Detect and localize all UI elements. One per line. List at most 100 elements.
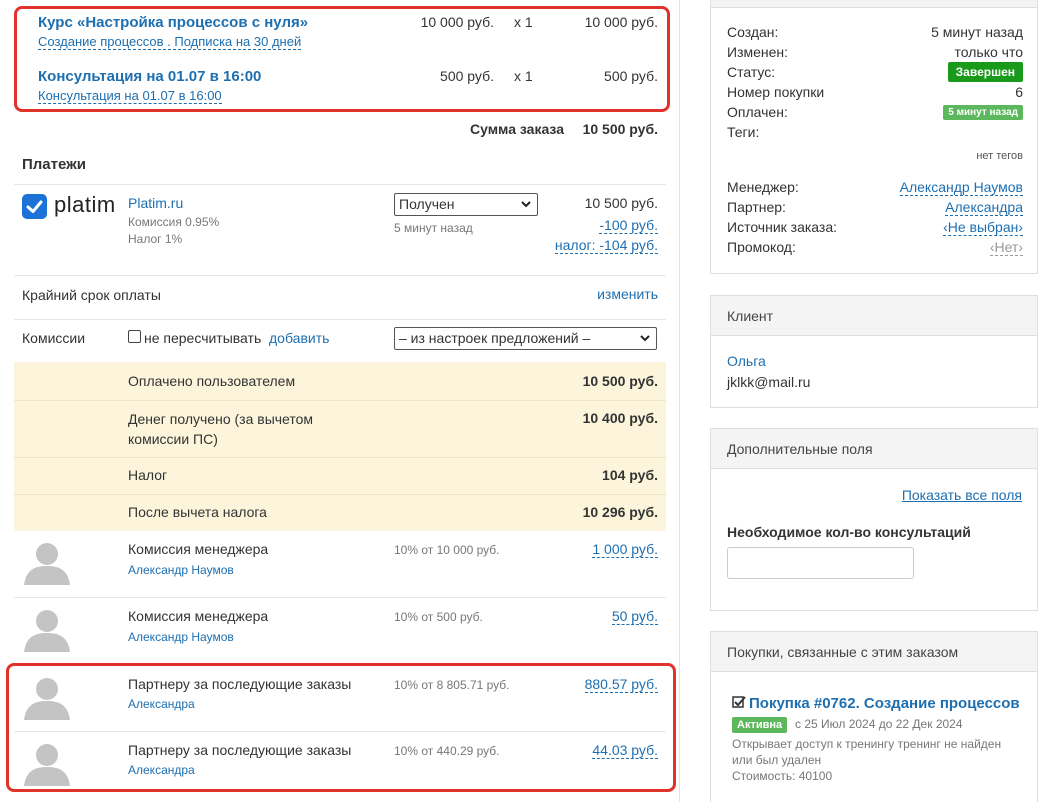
purchase-status-badge: Активна: [732, 717, 788, 733]
summary-value: 10 500 руб.: [582, 373, 658, 389]
payment-tax-amount[interactable]: налог: -104 руб.: [554, 237, 658, 254]
panel-title: Покупки, связанные с этим заказом: [711, 632, 1037, 672]
check-square-icon: [732, 696, 746, 708]
info-label: Теги:: [727, 124, 760, 140]
info-number: Номер покупки 6: [727, 84, 1023, 100]
info-value: 6: [1015, 84, 1023, 100]
summary-row: Оплачено пользователем 10 500 руб.: [14, 362, 666, 400]
info-label: Изменен:: [727, 44, 789, 60]
related-purchases-panel: Покупки, связанные с этим заказом Покупк…: [710, 631, 1038, 802]
purchase-period: с 25 Июл 2024 до 22 Дек 2024: [795, 717, 963, 731]
commission-source-value: – из настроек предложений –: [399, 330, 591, 346]
provider-logo: platim: [54, 192, 116, 217]
panel-title: Клиент: [711, 296, 1037, 336]
summary-label: Налог: [128, 467, 168, 483]
extra-fields-panel: Дополнительные поля Показать все поля Не…: [710, 428, 1038, 611]
info-label: Партнер:: [727, 199, 786, 215]
client-email: jklkk@mail.ru: [727, 374, 811, 390]
payment-fee[interactable]: -100 руб.: [599, 217, 658, 234]
info-label: Источник заказа:: [727, 219, 838, 235]
commission-calc: 10% от 10 000 руб.: [394, 543, 500, 557]
panel-title: Дополнительные поля: [711, 429, 1037, 469]
commission-row: Комиссия менеджера Александр Наумов 10% …: [14, 531, 666, 597]
summary-value: 10 400 руб.: [582, 410, 658, 426]
purchase-description: Открывает доступ к тренингу тренинг не н…: [732, 737, 1002, 767]
column-divider: [679, 0, 680, 802]
source-link[interactable]: ‹Не выбран›: [943, 219, 1023, 236]
add-commission-link[interactable]: добавить: [269, 330, 329, 346]
commission-person-link[interactable]: Александр Наумов: [128, 563, 234, 577]
info-changed: Изменен: только что: [727, 44, 1023, 60]
commission-title: Комиссия менеджера: [128, 608, 269, 624]
commission-calc: 10% от 500 руб.: [394, 610, 483, 624]
commission-row: Комиссия менеджера Александр Наумов 10% …: [14, 598, 666, 664]
info-label: Создан:: [727, 24, 779, 40]
info-tags: Теги:: [727, 124, 1023, 140]
avatar-placeholder-icon: [24, 610, 70, 652]
info-source: Источник заказа: ‹Не выбран›: [727, 219, 1023, 236]
provider-tax: Налог 1%: [128, 232, 183, 246]
purchase-cost: Стоимость: 40100: [732, 769, 833, 783]
payment-time: 5 минут назад: [394, 221, 473, 235]
payment-status-value: Получен: [399, 196, 455, 212]
commission-value-link[interactable]: 1 000 руб.: [592, 541, 658, 558]
client-panel: Клиент Ольга jklkk@mail.ru: [710, 295, 1038, 408]
provider-commission: Комиссия 0.95%: [128, 215, 220, 229]
info-label: Номер покупки: [727, 84, 825, 100]
chevron-down-icon: [521, 201, 531, 208]
info-paid: Оплачен: 5 минут назад: [727, 104, 1023, 120]
show-all-fields-link[interactable]: Показать все поля: [902, 487, 1022, 503]
deadline-label: Крайний срок оплаты: [22, 287, 161, 303]
summary-label: После вычета налога: [128, 504, 267, 520]
order-sum-value: 10 500 руб.: [582, 121, 658, 137]
manager-link[interactable]: Александр Наумов: [899, 179, 1023, 196]
info-label: Промокод:: [727, 239, 796, 255]
summary-row: Налог 104 руб.: [14, 458, 666, 494]
commission-person-link[interactable]: Александр Наумов: [128, 630, 234, 644]
commission-value-link[interactable]: 50 руб.: [611, 608, 658, 625]
status-badge: Завершен: [947, 62, 1023, 82]
payment-row: platim Platim.ru Комиссия 0.95% Налог 1%…: [14, 185, 666, 275]
info-value: только что: [954, 44, 1024, 60]
summary-row: После вычета налога 10 296 руб.: [14, 495, 666, 531]
panel-header-strip: [711, 0, 1037, 8]
provider-link[interactable]: Platim.ru: [128, 195, 183, 211]
client-name-link[interactable]: Ольга: [727, 353, 766, 369]
tags-value: нет тегов: [976, 150, 1023, 162]
avatar-placeholder-icon: [24, 543, 70, 585]
commission-title: Комиссия менеджера: [128, 541, 269, 557]
consultations-count-input[interactable]: [727, 547, 914, 579]
summary-label: Оплачено пользователем: [128, 373, 296, 389]
no-recalc-checkbox[interactable]: [128, 330, 141, 343]
info-label: Менеджер:: [727, 179, 799, 195]
deadline-change-link[interactable]: изменить: [597, 286, 658, 302]
partner-link[interactable]: Александра: [945, 199, 1023, 216]
chevron-down-icon: [640, 335, 650, 342]
order-sum: Сумма заказа 10 500 руб.: [14, 120, 666, 140]
info-promo: Промокод: ‹Нет›: [727, 239, 1023, 256]
purchase-link[interactable]: Покупка #0762. Создание процессов: [749, 695, 1020, 712]
info-value: 5 минут назад: [931, 24, 1023, 40]
order-info-panel: Создан: 5 минут назад Изменен: только чт…: [710, 0, 1038, 274]
field-label: Необходимое кол-во консультаций: [727, 524, 971, 540]
highlight-frame: [6, 663, 676, 792]
summary-value: 104 руб.: [602, 467, 658, 483]
deadline-row: Крайний срок оплаты изменить: [14, 276, 666, 319]
info-created: Создан: 5 минут назад: [727, 24, 1023, 40]
info-status: Статус: Завершен: [727, 62, 1023, 82]
payment-amount: 10 500 руб.: [584, 195, 658, 211]
commissions-label: Комиссии: [22, 330, 86, 346]
check-icon: [22, 194, 47, 219]
commission-source-select[interactable]: – из настроек предложений –: [394, 327, 657, 350]
info-label: Оплачен:: [727, 104, 788, 120]
info-partner: Партнер: Александра: [727, 199, 1023, 216]
summary-row: Денег получено (за вычетом комиссии ПС) …: [14, 401, 666, 457]
payment-status-select[interactable]: Получен: [394, 193, 538, 216]
promo-link[interactable]: ‹Нет›: [989, 239, 1023, 256]
paid-badge: 5 минут назад: [943, 105, 1023, 120]
highlight-frame: [14, 6, 670, 112]
info-manager: Менеджер: Александр Наумов: [727, 179, 1023, 196]
no-recalc-label: не пересчитывать: [144, 330, 262, 346]
summary-value: 10 296 руб.: [582, 504, 658, 520]
payments-heading: Платежи: [22, 156, 86, 173]
